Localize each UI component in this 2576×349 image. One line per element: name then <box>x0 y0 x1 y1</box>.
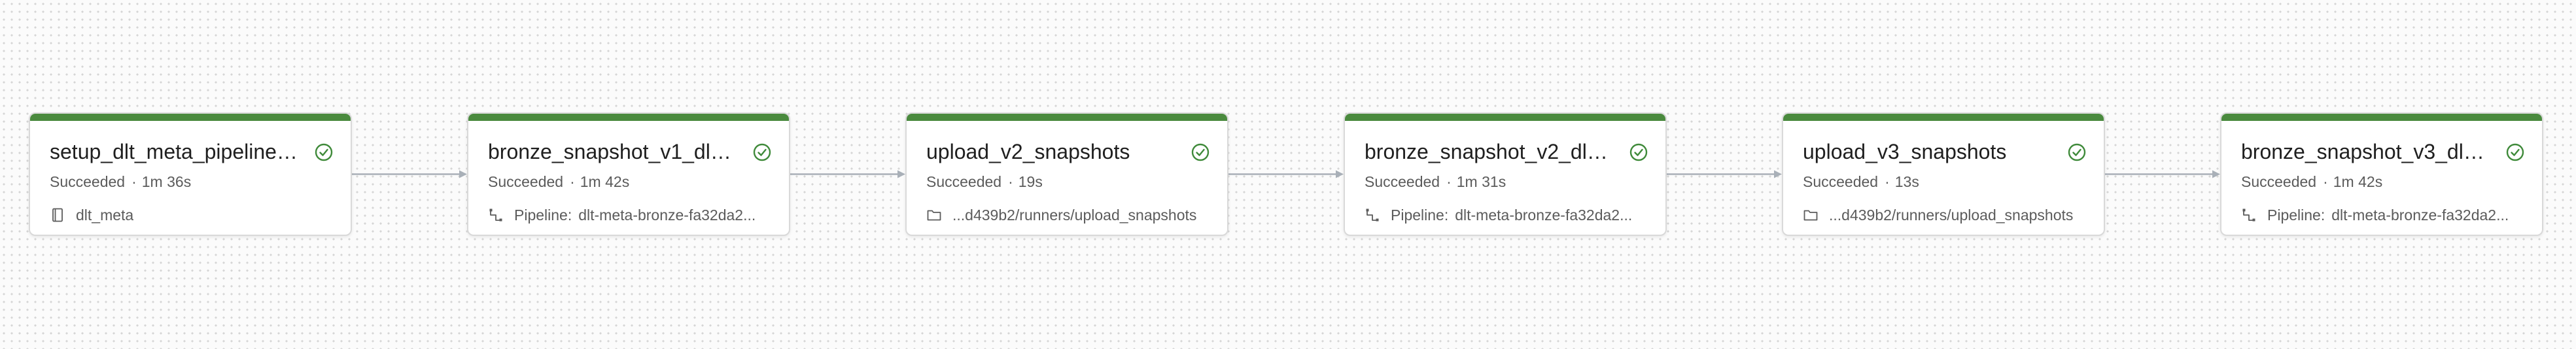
dependency-edges <box>352 170 2220 178</box>
task-meta: Succeeded · 1m 36s <box>50 173 191 191</box>
task-node-bronze-snapshot-v1[interactable]: bronze_snapshot_v1_dlt_p... Succeeded · 1m… <box>467 112 790 236</box>
task-status: Succeeded <box>50 173 126 190</box>
task-title: bronze_snapshot_v1_dlt_p... <box>488 140 737 163</box>
pipeline-icon <box>489 208 502 222</box>
success-check-icon <box>2068 143 2086 161</box>
task-meta: Succeeded · 19s <box>926 173 1043 191</box>
task-duration: 1m 31s <box>1456 173 1506 190</box>
dag-canvas[interactable]: setup_dlt_meta_pipeline_s... Succeeded · 1… <box>0 0 2576 349</box>
resource-prefix: Pipeline: <box>1391 207 1449 224</box>
task-meta: Succeeded · 13s <box>1803 173 1919 191</box>
task-resource[interactable]: ...d439b2/runners/upload_snapshots <box>1803 206 2091 224</box>
task-title: upload_v2_snapshots <box>926 140 1130 163</box>
task-title: setup_dlt_meta_pipeline_s... <box>50 140 298 163</box>
resource-name: dlt-meta-bronze-fa32da2... <box>1455 207 1633 224</box>
task-duration: 1m 42s <box>2333 173 2383 190</box>
pipeline-icon <box>2242 208 2255 222</box>
edge-arrowhead <box>459 170 467 178</box>
resource-name: dlt-meta-bronze-fa32da2... <box>578 207 756 224</box>
separator: · <box>570 173 575 190</box>
edge-arrowhead <box>1774 170 1782 178</box>
notebook-icon <box>52 208 63 222</box>
task-title: bronze_snapshot_v3_dlt_... <box>2241 140 2490 163</box>
task-meta: Succeeded · 1m 31s <box>1365 173 1506 191</box>
task-status: Succeeded <box>2241 173 2317 190</box>
task-resource[interactable]: Pipeline: dlt-meta-bronze-fa32da2... <box>2241 206 2529 224</box>
status-bar <box>2221 114 2542 121</box>
status-bar <box>1783 114 2104 121</box>
edge-arrowhead <box>1336 170 1344 178</box>
success-check-icon <box>1191 143 1210 161</box>
edge-arrowhead <box>897 170 905 178</box>
separator: · <box>131 173 137 190</box>
pipeline-icon <box>1366 208 1379 222</box>
success-check-icon <box>1629 143 1648 161</box>
separator: · <box>1885 173 1890 190</box>
resource-name: dlt_meta <box>76 207 134 224</box>
task-resource[interactable]: Pipeline: dlt-meta-bronze-fa32da2... <box>1365 206 1652 224</box>
task-resource[interactable]: ...d439b2/runners/upload_snapshots <box>926 206 1214 224</box>
task-node-setup-dlt-meta-pipeline[interactable]: setup_dlt_meta_pipeline_s... Succeeded · 1… <box>29 112 352 236</box>
task-duration: 1m 36s <box>141 173 192 190</box>
task-node-upload-v2-snapshots[interactable]: upload_v2_snapshots Succeeded · 19s ...d43… <box>905 112 1228 236</box>
resource-prefix: Pipeline: <box>2267 207 2325 224</box>
task-duration: 1m 42s <box>580 173 630 190</box>
success-check-icon <box>753 143 771 161</box>
edge-arrowhead <box>2212 170 2220 178</box>
status-bar <box>907 114 1227 121</box>
folder-icon <box>927 210 941 221</box>
resource-path: ...d439b2/runners/upload_snapshots <box>1829 207 2074 224</box>
task-meta: Succeeded · 1m 42s <box>2241 173 2382 191</box>
separator: · <box>2323 173 2328 190</box>
task-resource[interactable]: dlt_meta <box>50 206 338 224</box>
task-node-bronze-snapshot-v2[interactable]: bronze_snapshot_v2_dlt_... Succeeded · 1m … <box>1344 112 1667 236</box>
resource-name: dlt-meta-bronze-fa32da2... <box>2331 207 2509 224</box>
status-bar <box>30 114 351 121</box>
task-status: Succeeded <box>926 173 1002 190</box>
resource-prefix: Pipeline: <box>514 207 572 224</box>
task-meta: Succeeded · 1m 42s <box>488 173 629 191</box>
task-status: Succeeded <box>488 173 564 190</box>
task-title: upload_v3_snapshots <box>1803 140 2007 163</box>
task-status: Succeeded <box>1803 173 1879 190</box>
success-check-icon <box>315 143 333 161</box>
separator: · <box>1446 173 1452 190</box>
task-node-upload-v3-snapshots[interactable]: upload_v3_snapshots Succeeded · 13s ...d43… <box>1782 112 2105 236</box>
folder-icon <box>1803 210 1818 221</box>
task-title: bronze_snapshot_v2_dlt_... <box>1365 140 1613 163</box>
separator: · <box>1008 173 1013 190</box>
status-bar <box>468 114 789 121</box>
success-check-icon <box>2506 143 2524 161</box>
task-duration: 13s <box>1894 173 1919 190</box>
task-duration: 19s <box>1018 173 1043 190</box>
task-status: Succeeded <box>1365 173 1440 190</box>
status-bar <box>1345 114 1665 121</box>
task-resource[interactable]: Pipeline: dlt-meta-bronze-fa32da2... <box>488 206 776 224</box>
task-node-bronze-snapshot-v3[interactable]: bronze_snapshot_v3_dlt_... Succeeded · 1m … <box>2220 112 2543 236</box>
resource-path: ...d439b2/runners/upload_snapshots <box>952 207 1197 224</box>
